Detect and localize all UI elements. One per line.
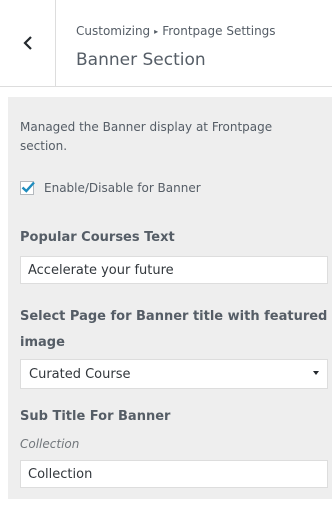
chevron-left-icon	[22, 36, 32, 50]
section-controls-panel: Managed the Banner display at Frontpage …	[8, 97, 332, 499]
breadcrumb-separator: ▸	[154, 27, 159, 36]
popular-courses-title: Popular Courses Text	[20, 230, 175, 245]
breadcrumb: Customizing ▸ Frontpage Settings	[76, 24, 276, 38]
section-description: Managed the Banner display at Frontpage …	[20, 120, 273, 153]
dropdown-arrow-icon	[313, 371, 319, 375]
enable-banner-label[interactable]: Enable/Disable for Banner	[44, 181, 201, 195]
enable-banner-checkbox[interactable]	[20, 181, 35, 195]
enable-banner-row[interactable]: Enable/Disable for Banner	[20, 181, 201, 195]
sub-title-description: Collection	[20, 437, 80, 451]
banner-page-selected-value: Curated Course	[29, 367, 131, 382]
banner-page-title: Select Page for Banner title with featur…	[20, 309, 328, 350]
back-button[interactable]	[0, 0, 56, 86]
popular-courses-input[interactable]	[20, 256, 328, 284]
breadcrumb-root: Customizing	[76, 24, 151, 38]
customizer-header: Customizing ▸ Frontpage Settings Banner Se…	[0, 0, 332, 87]
sub-title-input[interactable]	[20, 460, 328, 488]
sub-title-title: Sub Title For Banner	[20, 409, 171, 424]
checkmark-icon	[21, 181, 35, 193]
page-title: Banner Section	[76, 50, 206, 70]
banner-page-select[interactable]: Curated Course	[20, 359, 328, 389]
breadcrumb-parent: Frontpage Settings	[162, 24, 276, 38]
